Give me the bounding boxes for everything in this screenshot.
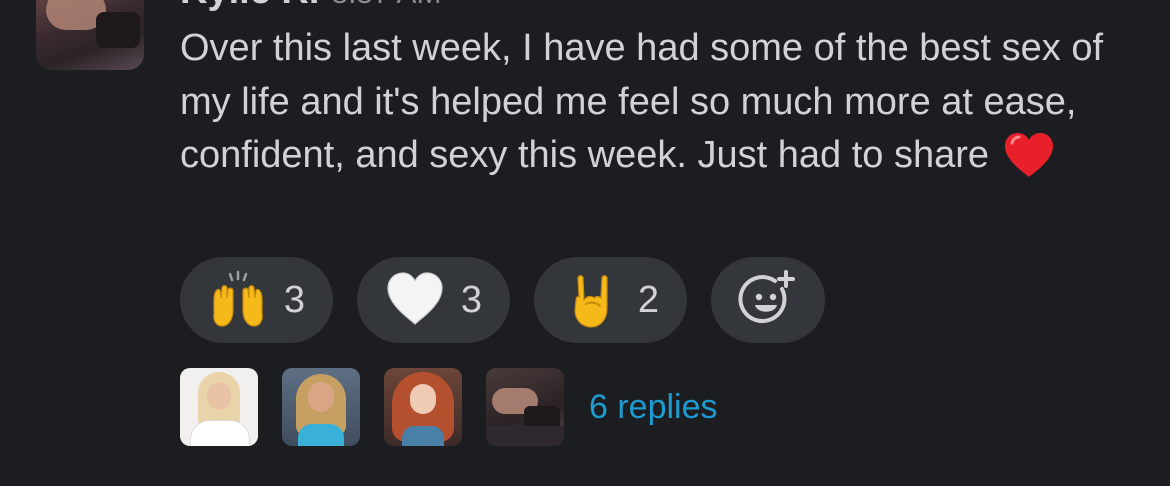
reaction-raising-hands[interactable]: 3	[180, 257, 333, 343]
author-name-text[interactable]: Kylie R.	[180, 0, 319, 12]
message-timestamp[interactable]: 8:57 AM	[331, 0, 441, 10]
message-body: Over this last week, I have had some of …	[180, 27, 1104, 176]
author-avatar[interactable]	[36, 0, 144, 70]
sign-of-horns-icon	[574, 275, 608, 328]
participant-avatar[interactable]	[384, 368, 462, 446]
thread-replies-link[interactable]: 6 replies	[589, 388, 718, 427]
reaction-bar: 3 3 2	[180, 257, 825, 343]
reaction-count: 3	[283, 278, 306, 321]
white-heart-icon	[387, 272, 443, 325]
author-name[interactable]: Kylie R. 8:57 AM	[180, 0, 441, 13]
reaction-sign-of-horns[interactable]: 2	[534, 257, 687, 343]
participant-avatar[interactable]	[180, 368, 258, 446]
avatar-photo-detail	[96, 12, 140, 48]
reaction-count: 2	[637, 278, 660, 321]
message-text: Over this last week, I have had some of …	[180, 22, 1130, 183]
thread-participants	[180, 368, 564, 446]
red-heart-icon	[1005, 133, 1054, 177]
participant-avatar[interactable]	[486, 368, 564, 446]
reaction-count: 3	[460, 278, 483, 321]
add-emoji-icon	[738, 270, 795, 324]
participant-avatar[interactable]	[282, 368, 360, 446]
add-reaction-button[interactable]	[711, 257, 825, 343]
reaction-white-heart[interactable]: 3	[357, 257, 510, 343]
raising-hands-icon	[213, 270, 263, 327]
